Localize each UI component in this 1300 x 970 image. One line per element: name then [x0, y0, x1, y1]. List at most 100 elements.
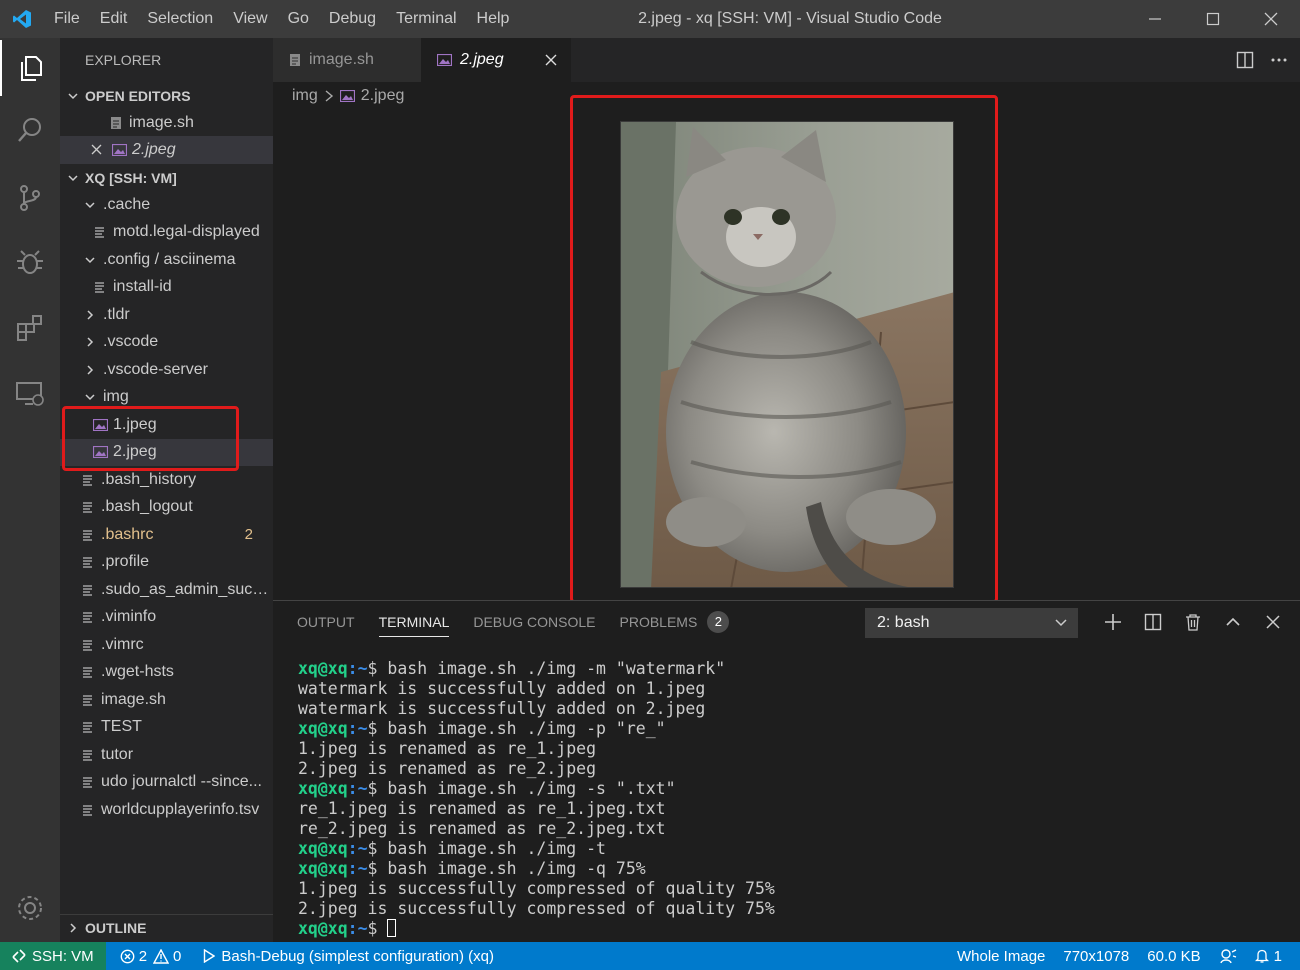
prompt-user: xq@xq: [298, 659, 348, 678]
tree-item[interactable]: .viminfo: [60, 604, 273, 632]
terminal-text: bash image.sh ./img -s ".txt": [387, 779, 676, 798]
trash-icon[interactable]: [1173, 613, 1213, 631]
remote-indicator[interactable]: SSH: VM: [0, 942, 106, 970]
tree-item-label: udo journalctl --since...: [101, 773, 262, 791]
prompt-symbol: $: [367, 719, 388, 738]
tab-terminal[interactable]: TERMINAL: [378, 601, 449, 643]
new-terminal-plus-icon[interactable]: [1093, 613, 1133, 631]
close-window-button[interactable]: [1242, 0, 1300, 38]
tab-2-jpeg[interactable]: 2.jpeg: [421, 38, 571, 82]
outline-header[interactable]: OUTLINE: [60, 914, 273, 941]
tree-item[interactable]: .sudo_as_admin_succ...: [60, 576, 273, 604]
chevron-right-icon: [324, 90, 334, 102]
menu-view[interactable]: View: [223, 0, 277, 38]
terminal-line: 2.jpeg is renamed as re_2.jpeg: [298, 759, 775, 779]
maximize-button[interactable]: [1184, 0, 1242, 38]
file-icon: [78, 720, 98, 734]
title-bar: File Edit Selection View Go Debug Termin…: [0, 0, 1300, 38]
open-editor-2-jpeg[interactable]: 2.jpeg: [60, 136, 273, 164]
tree-item[interactable]: worldcupplayerinfo.tsv: [60, 796, 273, 824]
breadcrumb-file[interactable]: 2.jpeg: [361, 87, 405, 105]
tab-image-sh[interactable]: image.sh: [273, 38, 421, 82]
file-icon: [78, 803, 98, 817]
debug-config[interactable]: Bash-Debug (simplest configuration) (xq): [203, 948, 494, 965]
prompt-symbol: $: [367, 779, 388, 798]
notifications[interactable]: 1: [1254, 948, 1282, 965]
open-editor-image-sh[interactable]: image.sh: [60, 109, 273, 137]
highlight-box-files: [62, 406, 239, 471]
tree-item-label: .wget-hsts: [101, 663, 174, 681]
tree-item[interactable]: .config / asciinema: [60, 246, 273, 274]
menu-debug[interactable]: Debug: [319, 0, 386, 38]
tree-item[interactable]: .profile: [60, 549, 273, 577]
settings-gear-icon[interactable]: [0, 880, 60, 936]
image-mode[interactable]: Whole Image: [957, 948, 1045, 965]
tree-item-label: worldcupplayerinfo.tsv: [101, 800, 260, 818]
minimize-button[interactable]: [1126, 0, 1184, 38]
play-icon: [204, 949, 216, 963]
tree-item-label: .tldr: [103, 305, 130, 323]
tree-item[interactable]: tutor: [60, 741, 273, 769]
close-panel-icon[interactable]: [1253, 615, 1293, 629]
tab-problems[interactable]: PROBLEMS 2: [620, 601, 730, 643]
tree-item[interactable]: .vimrc: [60, 631, 273, 659]
search-icon[interactable]: [0, 102, 60, 158]
tree-item[interactable]: .cache: [60, 191, 273, 219]
tab-output[interactable]: OUTPUT: [297, 601, 355, 643]
terminal-line: watermark is successfully added on 2.jpe…: [298, 699, 775, 719]
tree-item-label: .vscode: [103, 333, 159, 351]
tab-debug-console[interactable]: DEBUG CONSOLE: [473, 601, 595, 643]
image-file-icon: [437, 54, 452, 66]
prompt-symbol: $: [367, 919, 388, 938]
source-control-icon[interactable]: [0, 170, 60, 226]
tree-item[interactable]: .vscode-server: [60, 356, 273, 384]
close-tab-icon[interactable]: [545, 54, 557, 66]
feedback-icon[interactable]: [1219, 948, 1237, 964]
tree-item[interactable]: motd.legal-displayed: [60, 219, 273, 247]
terminal-output[interactable]: xq@xq:~$ bash image.sh ./img -m "waterma…: [298, 659, 775, 939]
terminal-text: 1.jpeg is successfully compressed of qua…: [298, 879, 775, 898]
split-editor-icon[interactable]: [1236, 51, 1254, 69]
chevron-down-icon: [80, 391, 100, 403]
chevron-down-icon: [60, 172, 85, 184]
error-icon: [120, 949, 135, 963]
problems-status[interactable]: 2 0: [120, 948, 181, 965]
maximize-panel-chevron-up-icon[interactable]: [1213, 614, 1253, 630]
tree-item[interactable]: .tldr: [60, 301, 273, 329]
split-terminal-icon[interactable]: [1133, 613, 1173, 631]
breadcrumb-folder[interactable]: img: [292, 87, 318, 105]
tree-item[interactable]: install-id: [60, 274, 273, 302]
extensions-icon[interactable]: [0, 300, 60, 356]
terminal-line: watermark is successfully added on 1.jpe…: [298, 679, 775, 699]
tree-item[interactable]: TEST: [60, 714, 273, 742]
remote-explorer-icon[interactable]: [0, 366, 60, 422]
tree-item[interactable]: .bashrc 2: [60, 521, 273, 549]
explorer-icon[interactable]: [0, 40, 60, 96]
file-icon: [78, 500, 98, 514]
terminal-text: bash image.sh ./img -q 75%: [387, 859, 646, 878]
menu-terminal[interactable]: Terminal: [386, 0, 466, 38]
tree-item[interactable]: image.sh: [60, 686, 273, 714]
menu-go[interactable]: Go: [278, 0, 319, 38]
more-actions-icon[interactable]: [1270, 51, 1288, 69]
tree-item[interactable]: .wget-hsts: [60, 659, 273, 687]
prompt-path: :~: [347, 919, 368, 938]
tree-item[interactable]: .bash_logout: [60, 494, 273, 522]
workspace-header[interactable]: XQ [SSH: VM]: [60, 164, 273, 191]
menu-edit[interactable]: Edit: [90, 0, 138, 38]
close-icon[interactable]: [86, 144, 106, 155]
tree-item-label: tutor: [101, 745, 134, 763]
tree-item[interactable]: udo journalctl --since...: [60, 769, 273, 797]
warning-icon: [153, 948, 170, 964]
tree-item-label: .profile: [101, 553, 150, 571]
tree-item[interactable]: .vscode: [60, 329, 273, 357]
open-editors-header[interactable]: OPEN EDITORS: [60, 82, 273, 109]
menu-file[interactable]: File: [44, 0, 90, 38]
menu-selection[interactable]: Selection: [137, 0, 223, 38]
menu-help[interactable]: Help: [467, 0, 520, 38]
debug-icon[interactable]: [0, 234, 60, 290]
terminal-line: xq@xq:~$ bash image.sh ./img -m "waterma…: [298, 659, 775, 679]
file-icon: [78, 555, 98, 569]
tree-item-label: TEST: [101, 718, 142, 736]
terminal-select[interactable]: 2: bash: [865, 608, 1078, 638]
